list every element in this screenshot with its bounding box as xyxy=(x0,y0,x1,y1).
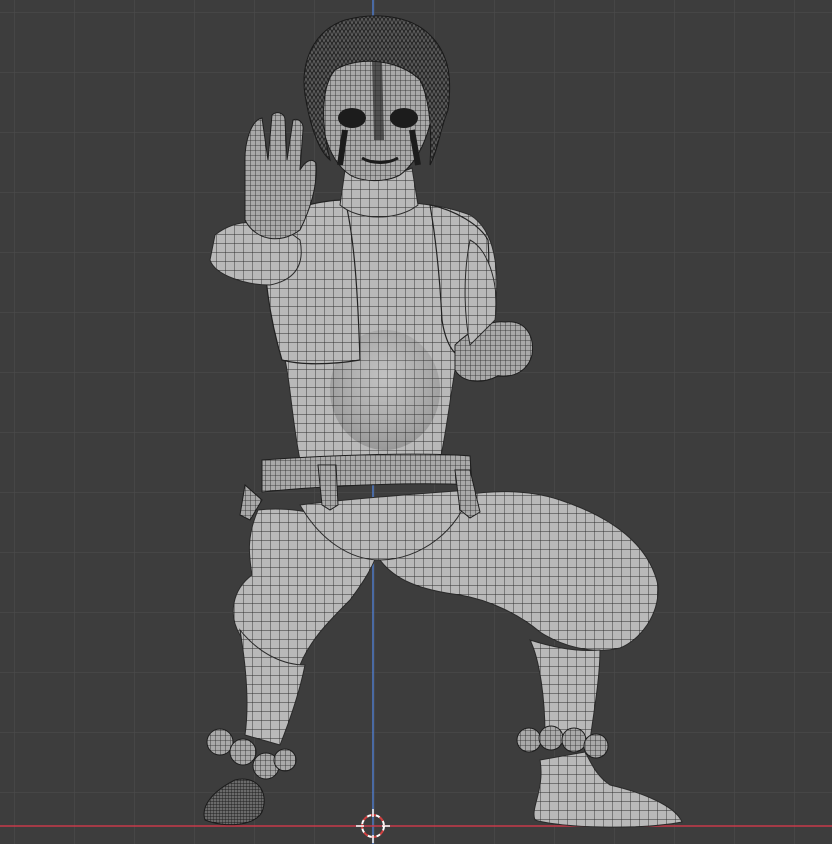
pants xyxy=(232,489,659,667)
3d-cursor-icon[interactable] xyxy=(356,809,390,843)
raised-arm xyxy=(209,112,317,286)
character-mesh[interactable] xyxy=(0,0,832,844)
3d-viewport[interactable] xyxy=(0,0,832,844)
